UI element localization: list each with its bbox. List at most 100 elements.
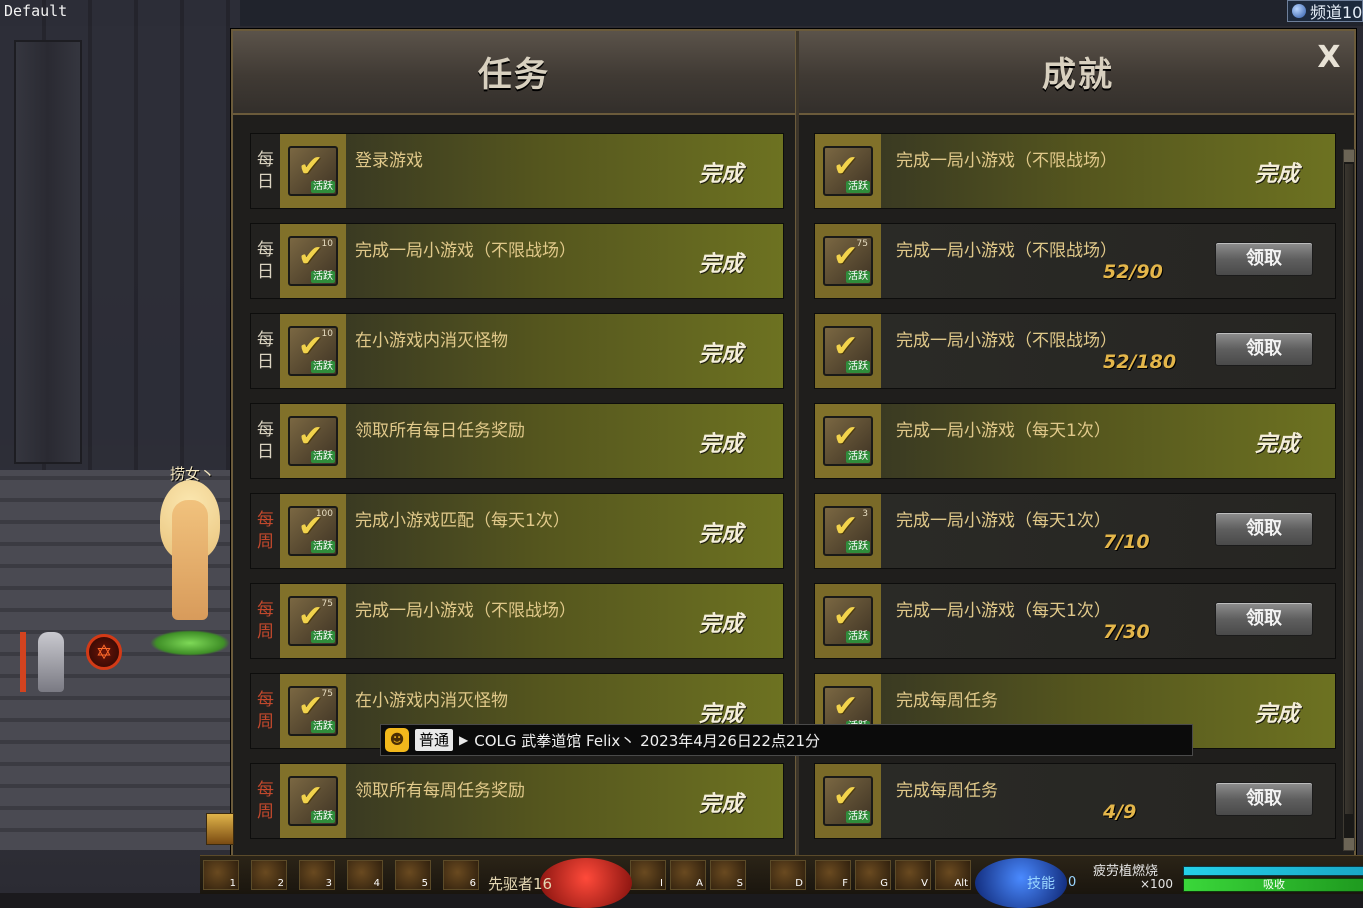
- quest-row[interactable]: 每日 ✔ 活跃 登录游戏 完成: [250, 133, 784, 209]
- default-label: Default: [4, 2, 68, 20]
- quest-title: 领取所有每周任务奖励: [355, 781, 525, 801]
- icon-level: 75: [321, 689, 333, 699]
- active-badge: 活跃: [846, 451, 870, 463]
- skill-slot[interactable]: I: [630, 860, 666, 890]
- achievement-row[interactable]: ✔ 活跃 完成一局小游戏（每天1次） 完成: [814, 403, 1336, 479]
- close-button[interactable]: X: [1314, 41, 1344, 75]
- claim-button[interactable]: 领取: [1215, 512, 1313, 546]
- quest-row[interactable]: 每周 ✔ 活跃 领取所有每周任务奖励 完成: [250, 763, 784, 839]
- period-char: 日: [257, 172, 274, 192]
- icon-level: 75: [321, 599, 333, 609]
- check-mark-icon: ✔: [298, 149, 324, 184]
- check-mark-icon: ✔: [833, 329, 859, 364]
- quest-period-tag: 每周: [251, 764, 280, 838]
- quest-status: 完成: [698, 792, 743, 817]
- skill-slot[interactable]: 1: [203, 860, 239, 890]
- achievement-icon-frame: ✔ 3 活跃: [815, 494, 881, 568]
- scroll-thumb[interactable]: [1345, 164, 1353, 814]
- quest-row[interactable]: 每日 ✔ 10 活跃 在小游戏内消灭怪物 完成: [250, 313, 784, 389]
- skill-slot[interactable]: 2: [251, 860, 287, 890]
- quest-period-tag: 每周: [251, 494, 280, 568]
- npc-figure[interactable]: [38, 632, 64, 692]
- icon-level: 3: [862, 509, 868, 519]
- achievement-scrollbar[interactable]: [1343, 149, 1355, 851]
- quest-icon-frame: ✔ 活跃: [280, 404, 346, 478]
- quest-title: 登录游戏: [355, 151, 423, 171]
- skill-slot[interactable]: A: [670, 860, 706, 890]
- chat-arrow-icon: ▶: [459, 733, 469, 747]
- rune-icon[interactable]: ✡: [86, 634, 122, 670]
- hotkey-label: 3: [325, 878, 332, 889]
- active-badge: 活跃: [846, 361, 870, 373]
- fatigue-bar: [1183, 866, 1363, 876]
- chat-message-bar[interactable]: ☻ 普通 ▶ COLG 武拳道馆 Felix丶 2023年4月26日22点21分: [380, 724, 1193, 756]
- tab-quests[interactable]: 任务: [414, 47, 614, 96]
- active-badge: 活跃: [311, 361, 335, 373]
- achievement-progress: 52/90: [1103, 261, 1163, 283]
- quest-row[interactable]: 每周 ✔ 100 活跃 完成小游戏匹配（每天1次） 完成: [250, 493, 784, 569]
- tab-achievements[interactable]: 成就: [978, 47, 1178, 96]
- active-badge: 活跃: [846, 541, 870, 553]
- achievement-row[interactable]: ✔ 活跃 完成一局小游戏（不限战场） 52/180 领取: [814, 313, 1336, 389]
- achievement-row[interactable]: ✔ 活跃 完成每周任务 4/9 领取: [814, 763, 1336, 839]
- skill-slot[interactable]: 3: [299, 860, 335, 890]
- achievement-row[interactable]: ✔ 3 活跃 完成一局小游戏（每天1次） 7/10 领取: [814, 493, 1336, 569]
- hotkey-label: 2: [277, 878, 284, 889]
- channel-indicator[interactable]: 频道10: [1287, 0, 1363, 22]
- quest-row[interactable]: 每日 ✔ 10 活跃 完成一局小游戏（不限战场） 完成: [250, 223, 784, 299]
- achievement-body: 完成一局小游戏（不限战场） 52/90 领取: [881, 224, 1335, 298]
- reward-icon: ✔ 3 活跃: [823, 506, 873, 556]
- claim-button[interactable]: 领取: [1215, 332, 1313, 366]
- claim-button[interactable]: 领取: [1215, 782, 1313, 816]
- reward-icon: ✔活跃: [823, 146, 873, 196]
- reward-icon: ✔ 75 活跃: [288, 686, 338, 736]
- claim-button[interactable]: 领取: [1215, 242, 1313, 276]
- scroll-up-arrow[interactable]: [1344, 150, 1354, 162]
- hotkey-label: 1: [229, 878, 236, 889]
- quest-icon-frame: ✔ 75 活跃: [280, 584, 346, 658]
- achievement-row[interactable]: ✔ 活跃 完成一局小游戏（每天1次） 7/30 领取: [814, 583, 1336, 659]
- fatigue-count: ×100: [1140, 877, 1173, 891]
- emoji-icon[interactable]: ☻: [385, 728, 409, 752]
- skill-slot[interactable]: 5: [395, 860, 431, 890]
- quest-row[interactable]: 每日 ✔ 活跃 领取所有每日任务奖励 完成: [250, 403, 784, 479]
- active-badge: 活跃: [311, 451, 335, 463]
- quest-row[interactable]: 每周 ✔ 75 活跃 完成一局小游戏（不限战场） 完成: [250, 583, 784, 659]
- achievement-status: 完成: [1254, 162, 1299, 187]
- reward-icon: ✔ 10 活跃: [288, 236, 338, 286]
- achievement-body: 完成一局小游戏（每天1次） 7/30 领取: [881, 584, 1335, 658]
- scroll-down-arrow[interactable]: [1344, 838, 1354, 850]
- chat-channel-label[interactable]: 普通: [415, 729, 454, 751]
- achievement-row[interactable]: ✔ 活跃 完成一局小游戏（不限战场） 完成: [814, 133, 1336, 209]
- skill-slot[interactable]: G: [855, 860, 891, 890]
- icon-level: 100: [315, 509, 333, 519]
- active-badge: 活跃: [846, 811, 870, 823]
- quest-title: 在小游戏内消灭怪物: [355, 331, 508, 351]
- reward-icon: ✔活跃: [823, 776, 873, 826]
- item-preview-icon[interactable]: [206, 813, 234, 845]
- skill-slot[interactable]: Alt: [935, 860, 971, 890]
- achievement-row[interactable]: ✔ 75 活跃 完成一局小游戏（不限战场） 52/90 领取: [814, 223, 1336, 299]
- hotkey-label: F: [842, 878, 848, 889]
- achievement-body: 完成每周任务 4/9 领取: [881, 764, 1335, 838]
- skill-slot[interactable]: S: [710, 860, 746, 890]
- skill-slot[interactable]: F: [815, 860, 851, 890]
- skill-slot[interactable]: D: [770, 860, 806, 890]
- achievement-icon-frame: ✔活跃: [815, 314, 881, 388]
- skill-slot[interactable]: V: [895, 860, 931, 890]
- quest-status: 完成: [698, 612, 743, 637]
- check-mark-icon: ✔: [833, 689, 859, 724]
- achievement-body: 完成一局小游戏（不限战场） 52/180 领取: [881, 314, 1335, 388]
- check-mark-icon: ✔: [833, 599, 859, 634]
- quest-period-tag: 每周: [251, 674, 280, 748]
- claim-button[interactable]: 领取: [1215, 602, 1313, 636]
- icon-level: 75: [856, 239, 868, 249]
- hp-orb: [540, 858, 632, 908]
- quest-status: 完成: [698, 432, 743, 457]
- hotkey-label: V: [921, 878, 928, 889]
- globe-icon: [1292, 4, 1306, 18]
- skill-slot[interactable]: 6: [443, 860, 479, 890]
- skill-slot[interactable]: 4: [347, 860, 383, 890]
- skill-label[interactable]: 技能: [1027, 873, 1055, 893]
- player-character[interactable]: [150, 480, 230, 660]
